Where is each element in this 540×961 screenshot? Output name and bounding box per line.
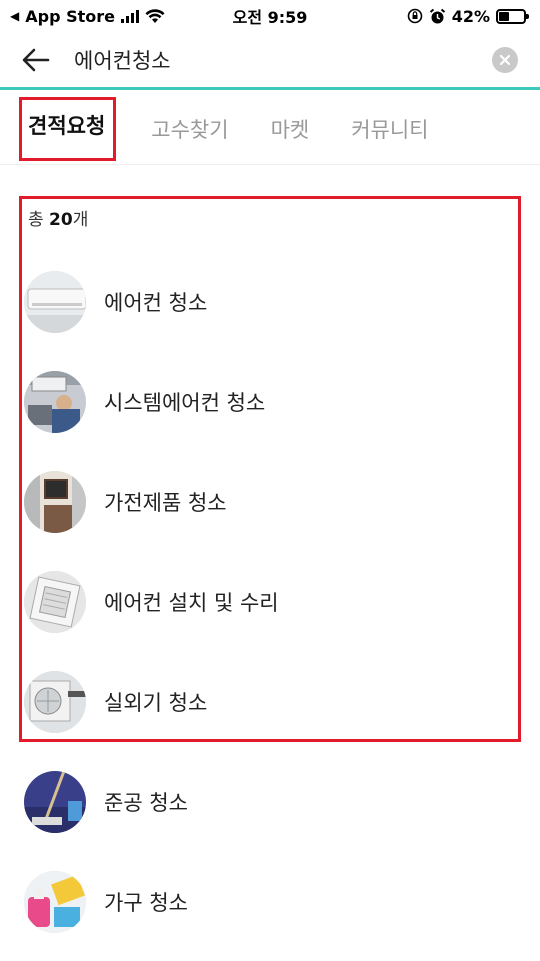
list-item-label: 가전제품 청소 <box>104 491 227 515</box>
spray-cleaning-thumbnail <box>24 871 86 933</box>
list-item[interactable]: 에어컨 설치 및 수리 <box>0 552 540 652</box>
list-item[interactable]: 실외기 청소 <box>0 652 540 752</box>
clear-search-button[interactable] <box>492 46 518 73</box>
status-left: ◀ App Store <box>10 7 165 26</box>
back-to-app-icon[interactable]: ◀ <box>10 9 19 23</box>
tab-community[interactable]: 커뮤니티 <box>347 108 432 150</box>
search-bar: 에어컨청소 <box>0 32 540 90</box>
mop-thumbnail <box>24 771 86 833</box>
battery-icon <box>496 8 529 24</box>
close-icon <box>499 54 511 65</box>
ceiling-ac-thumbnail <box>24 571 86 633</box>
tab-quote-request[interactable]: 견적요청 <box>18 96 117 161</box>
list-item[interactable]: 가전제품 청소 <box>0 452 540 552</box>
tab-find-pro[interactable]: 고수찾기 <box>147 108 232 150</box>
list-item-label: 실외기 청소 <box>104 691 208 715</box>
kitchen-thumbnail <box>24 471 86 533</box>
result-list: 에어컨 청소 시스템에어컨 청소 가전제품 청소 에어컨 설치 및 수리 실외기… <box>0 252 540 952</box>
result-count-prefix: 총 <box>28 210 50 230</box>
result-count-suffix: 개 <box>72 210 89 230</box>
list-item[interactable]: 준공 청소 <box>0 752 540 852</box>
tab-market[interactable]: 마켓 <box>267 108 314 150</box>
tab-bar: 견적요청 고수찾기 마켓 커뮤니티 <box>0 93 540 165</box>
orientation-lock-icon <box>407 8 423 24</box>
list-item[interactable]: 가구 청소 <box>0 852 540 952</box>
search-input[interactable]: 에어컨청소 <box>74 45 492 75</box>
arrow-left-icon <box>22 48 50 71</box>
back-button[interactable] <box>22 42 58 78</box>
list-item[interactable]: 에어컨 청소 <box>0 252 540 352</box>
wall-ac-thumbnail <box>24 271 86 333</box>
technician-thumbnail <box>24 371 86 433</box>
list-item-label: 에어컨 청소 <box>104 291 208 315</box>
alarm-icon <box>429 8 445 23</box>
wifi-icon <box>145 8 165 23</box>
status-right: 42% <box>407 6 529 26</box>
battery-percent: 42% <box>451 6 490 26</box>
battery-level <box>499 11 510 21</box>
list-item[interactable]: 시스템에어컨 청소 <box>0 352 540 452</box>
list-item-label: 시스템에어컨 청소 <box>104 391 266 415</box>
list-item-label: 가구 청소 <box>104 891 188 915</box>
cellular-signal-icon <box>121 9 139 23</box>
status-bar: ◀ App Store 오전 9:59 42% <box>0 0 540 32</box>
list-item-label: 준공 청소 <box>104 791 188 815</box>
result-count-value: 20 <box>49 210 73 230</box>
outdoor-unit-thumbnail <box>24 671 86 733</box>
back-app-label[interactable]: App Store <box>25 7 115 26</box>
result-count: 총 20개 <box>28 205 88 230</box>
list-item-label: 에어컨 설치 및 수리 <box>104 591 279 615</box>
